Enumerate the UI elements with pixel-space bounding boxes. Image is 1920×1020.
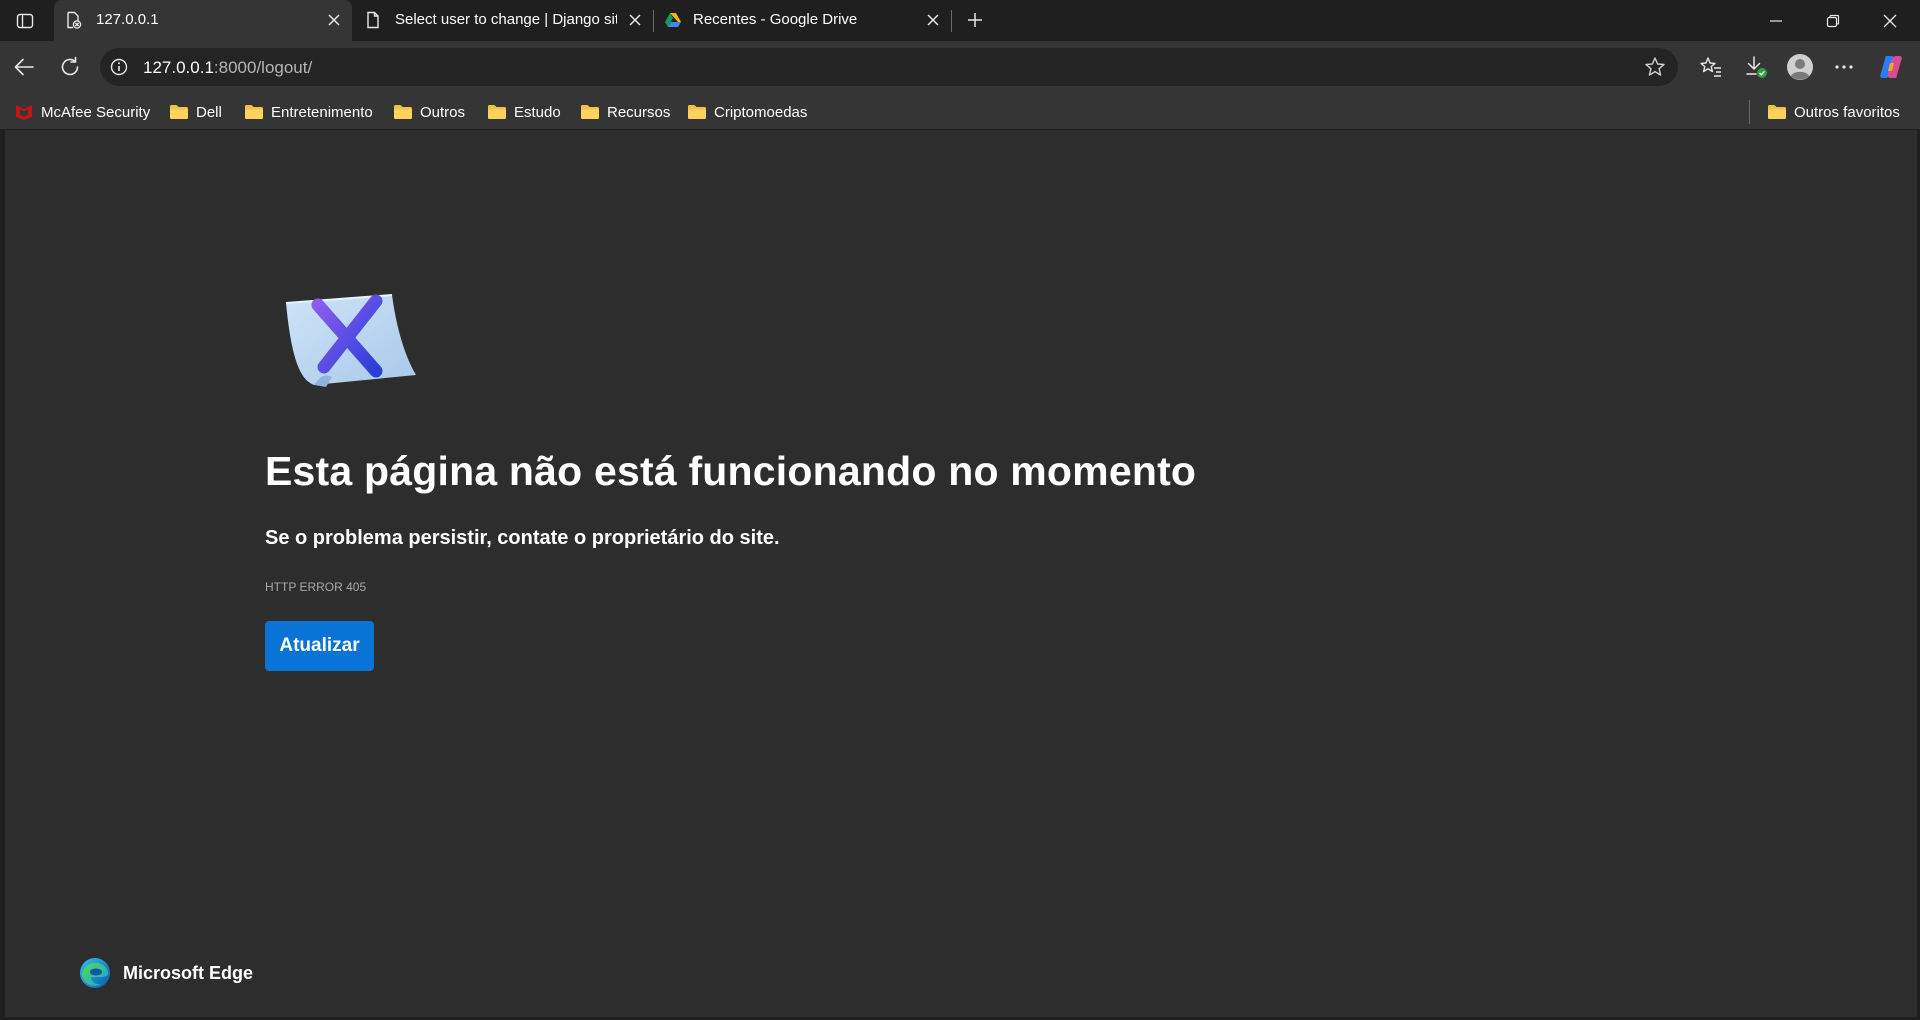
profile-button[interactable] <box>1782 49 1818 85</box>
tab-strip: 127.0.0.1 Select user to change | Django… <box>0 0 1920 41</box>
tab-title: Select user to change | Django site admi… <box>395 11 617 28</box>
broken-document-icon <box>285 294 416 387</box>
url-text[interactable]: 127.0.0.1:8000/logout/ <box>143 58 312 78</box>
favorite-mcafee-security[interactable]: McAfee Security <box>14 101 150 123</box>
close-tab-icon[interactable] <box>923 10 943 30</box>
new-tab-button[interactable] <box>961 6 989 34</box>
info-icon[interactable] <box>110 58 128 76</box>
folder-icon <box>581 105 599 119</box>
brand-name: Microsoft Edge <box>123 962 254 983</box>
favorite-label: Entretenimento <box>271 103 373 121</box>
error-page: Esta página não está funcionando no mome… <box>5 130 1917 1017</box>
favorite-star-icon[interactable] <box>1644 56 1666 78</box>
favorite-folder-dell[interactable]: Dell <box>169 101 222 123</box>
favorite-folder-recursos[interactable]: Recursos <box>580 101 670 123</box>
favorite-folder-entretenimento[interactable]: Entretenimento <box>244 101 373 123</box>
close-tab-icon[interactable] <box>625 10 645 30</box>
mcafee-icon <box>16 105 32 120</box>
arrow-left-icon <box>14 58 34 76</box>
plus-icon <box>968 13 982 27</box>
reload-page-button[interactable]: Atualizar <box>265 621 374 671</box>
favorites-bar: McAfee Security Dell Entretenimento Outr… <box>0 93 1920 129</box>
refresh-icon <box>61 56 79 76</box>
error-code: HTTP ERROR 405 <box>265 580 367 594</box>
favorite-label: Recursos <box>607 103 671 121</box>
address-bar[interactable]: 127.0.0.1:8000/logout/ <box>100 48 1678 86</box>
download-icon <box>1746 56 1767 78</box>
microsoft-edge-logo-icon <box>80 958 110 988</box>
favorite-label: Outros <box>420 103 466 121</box>
restore-button[interactable] <box>1805 0 1861 41</box>
error-title: Esta página não está funcionando no mome… <box>265 448 1197 494</box>
more-options-icon <box>1835 65 1853 69</box>
copilot-button[interactable] <box>1873 49 1909 85</box>
tab-title: 127.0.0.1 <box>96 11 159 28</box>
minimize-icon <box>1770 19 1782 22</box>
close-tab-icon[interactable] <box>324 10 344 30</box>
favorites-icon <box>1700 57 1721 77</box>
favorite-label: Dell <box>196 103 222 121</box>
google-drive-icon <box>665 13 681 27</box>
favorites-button[interactable] <box>1693 49 1729 85</box>
folder-icon <box>488 105 506 119</box>
error-subtitle: Se o problema persistir, contate o propr… <box>265 527 780 549</box>
favorite-folder-criptomoedas[interactable]: Criptomoedas <box>687 101 807 123</box>
url-host: 127.0.0.1 <box>143 58 214 77</box>
tab-actions-button[interactable] <box>10 6 40 36</box>
tab-google-drive[interactable]: Recentes - Google Drive <box>655 0 953 41</box>
tab-title: Recentes - Google Drive <box>693 11 858 28</box>
avatar-icon <box>1787 54 1813 80</box>
restore-icon <box>1826 14 1840 27</box>
tab-127-0-0-1[interactable]: 127.0.0.1 <box>54 0 352 41</box>
document-icon <box>367 11 379 29</box>
folder-icon <box>394 105 412 119</box>
tab-divider <box>653 10 654 32</box>
browser-toolbar: 127.0.0.1:8000/logout/ <box>0 41 1920 93</box>
favorite-label: Outros favoritos <box>1794 103 1900 121</box>
back-button[interactable] <box>6 49 42 85</box>
folder-icon <box>688 105 706 119</box>
favorite-folder-estudo[interactable]: Estudo <box>487 101 561 123</box>
folder-icon <box>245 105 263 119</box>
broken-page-icon <box>67 11 82 29</box>
favorite-label: Estudo <box>514 103 561 121</box>
folder-icon <box>1768 105 1786 119</box>
reload-button[interactable] <box>52 49 88 85</box>
copilot-icon <box>1880 56 1902 78</box>
url-path: :8000/logout/ <box>213 58 313 77</box>
favorite-folder-outros[interactable]: Outros <box>393 101 465 123</box>
favorite-label: Criptomoedas <box>714 103 808 121</box>
downloads-button[interactable] <box>1738 49 1774 85</box>
tab-django-admin[interactable]: Select user to change | Django site admi… <box>353 0 651 41</box>
close-icon <box>1883 14 1897 27</box>
settings-menu-button[interactable] <box>1826 49 1862 85</box>
sidebar-panel-icon <box>16 13 34 29</box>
folder-icon <box>170 105 188 119</box>
minimize-button[interactable] <box>1748 0 1804 41</box>
favorite-folder-outros-favoritos[interactable]: Outros favoritos <box>1767 101 1900 123</box>
close-window-button[interactable] <box>1862 0 1918 41</box>
edge-branding: Microsoft Edge <box>79 957 253 989</box>
favorite-label: McAfee Security <box>41 103 151 121</box>
favorites-divider <box>1749 100 1750 124</box>
tab-divider <box>951 10 952 32</box>
